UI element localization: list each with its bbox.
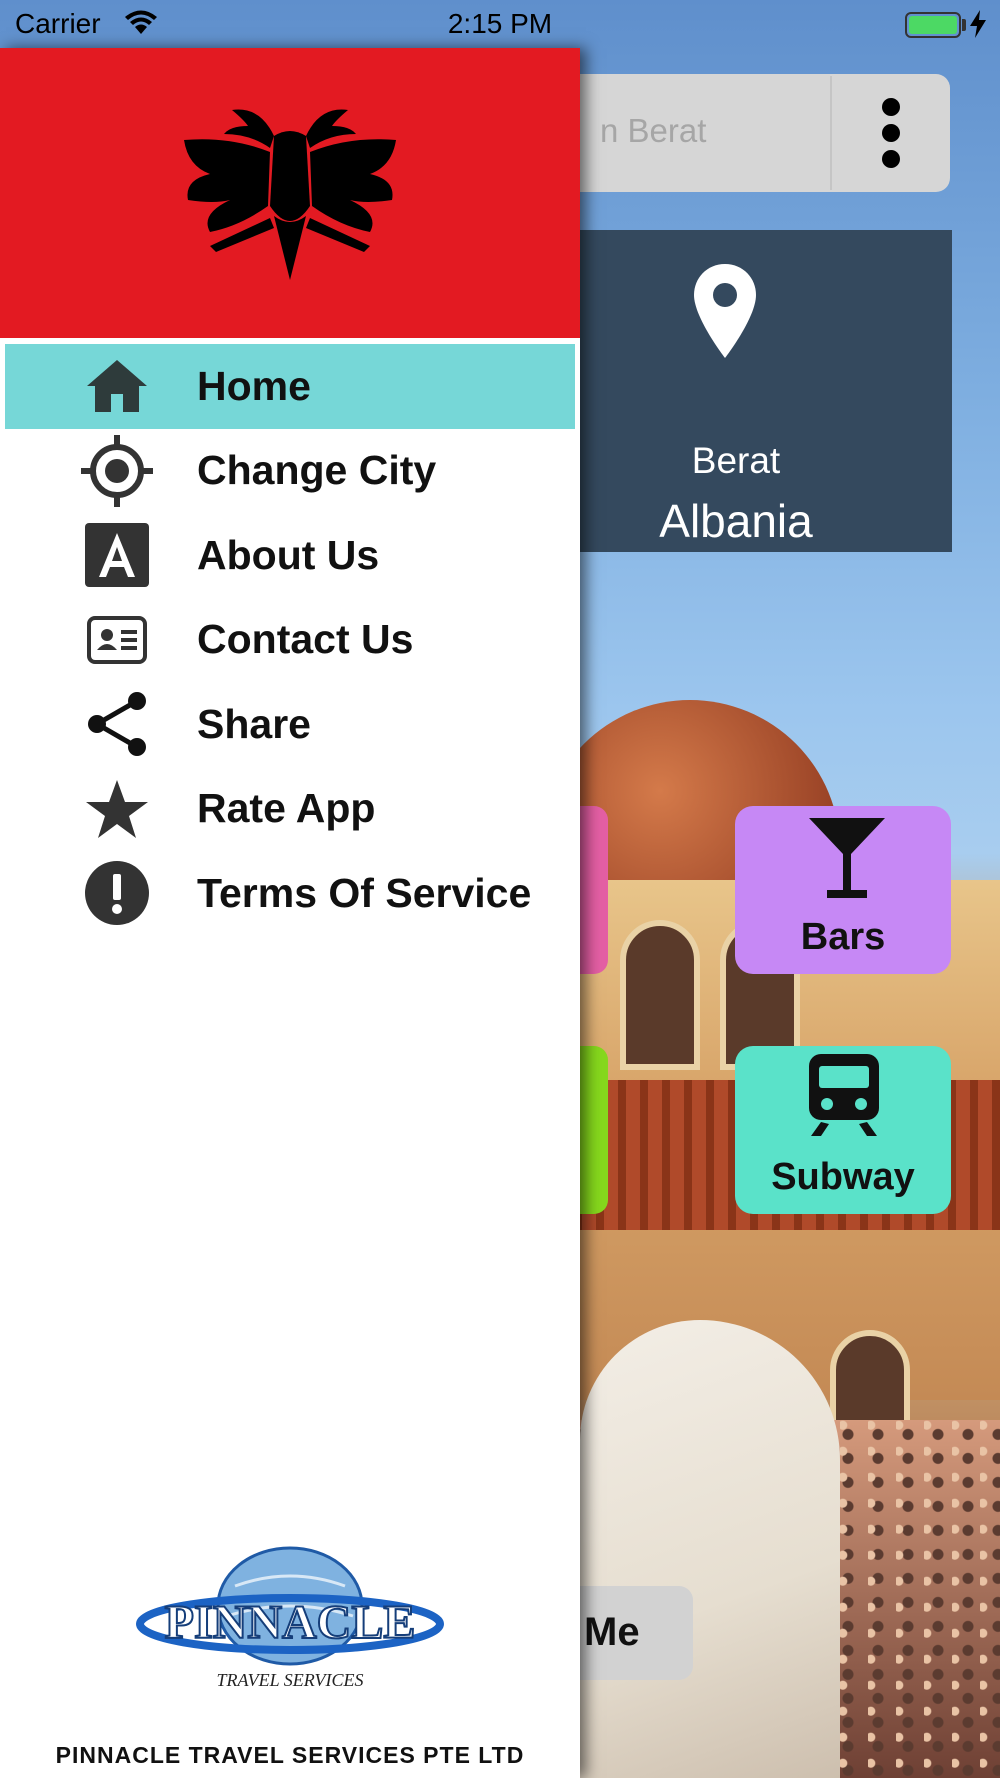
menu-item-label: Terms Of Service — [197, 869, 532, 916]
search-placeholder[interactable]: n Berat — [600, 112, 706, 150]
menu-item-rate-app[interactable]: Rate App — [5, 767, 575, 852]
location-pin-icon — [692, 262, 758, 365]
menu-item-label: Change City — [197, 447, 437, 494]
menu-item-share[interactable]: Share — [5, 682, 575, 767]
double-headed-eagle-icon — [184, 109, 396, 280]
church-arch — [620, 920, 700, 1070]
city-name: Berat — [691, 440, 781, 481]
subway-train-icon — [809, 1054, 879, 1136]
menu-item-label: Rate App — [197, 785, 376, 832]
menu-item-terms-of-service[interactable]: Terms Of Service — [5, 851, 575, 936]
subway-tile[interactable]: Subway — [735, 1046, 951, 1214]
about-letter-a-icon — [81, 519, 153, 591]
status-bar: Carrier 2:15 PM — [0, 0, 1000, 48]
menu-item-about-us[interactable]: About Us — [5, 513, 575, 598]
menu-item-change-city[interactable]: Change City — [5, 429, 575, 514]
menu-item-label: About Us — [197, 531, 380, 578]
white-robe — [580, 1320, 840, 1778]
kebab-dot — [882, 150, 900, 168]
kebab-dot — [882, 124, 900, 142]
company-name: PINNACLE TRAVEL SERVICES PTE LTD — [55, 1742, 525, 1768]
home-icon — [81, 350, 153, 422]
kebab-dot — [882, 98, 900, 116]
menu-item-label: Share — [197, 700, 311, 747]
albania-flag-header — [0, 48, 580, 338]
battery-icon — [905, 12, 961, 38]
drawer-menu: Home Change City About Us Contact Us Sha… — [5, 344, 575, 936]
menu-item-contact-us[interactable]: Contact Us — [5, 598, 575, 683]
menu-item-label: Contact Us — [197, 616, 414, 663]
country-name: Albania — [659, 495, 813, 547]
crosshair-icon — [81, 434, 153, 507]
near-me-label: Me — [584, 1610, 640, 1654]
bars-label: Bars — [800, 916, 886, 958]
charging-bolt-icon — [970, 10, 986, 43]
clock: 2:15 PM — [447, 8, 553, 39]
share-icon — [81, 688, 153, 760]
cocktail-glass-icon — [809, 818, 885, 898]
star-icon — [81, 773, 153, 845]
menu-item-home[interactable]: Home — [5, 344, 575, 429]
pinnacle-logo: PINNACLE TRAVEL SERVICES — [135, 1546, 445, 1731]
svg-text:PINNACLE: PINNACLE — [165, 1596, 416, 1649]
contact-card-icon — [81, 604, 153, 676]
more-options-button[interactable] — [830, 76, 948, 190]
menu-item-label: Home — [197, 362, 311, 409]
navigation-drawer: Home Change City About Us Contact Us Sha… — [0, 48, 580, 1778]
bars-tile[interactable]: Bars — [735, 806, 951, 974]
exclamation-circle-icon — [81, 857, 153, 929]
svg-text:TRAVEL SERVICES: TRAVEL SERVICES — [217, 1670, 364, 1690]
battery-tip — [962, 19, 966, 31]
subway-label: Subway — [771, 1156, 915, 1198]
